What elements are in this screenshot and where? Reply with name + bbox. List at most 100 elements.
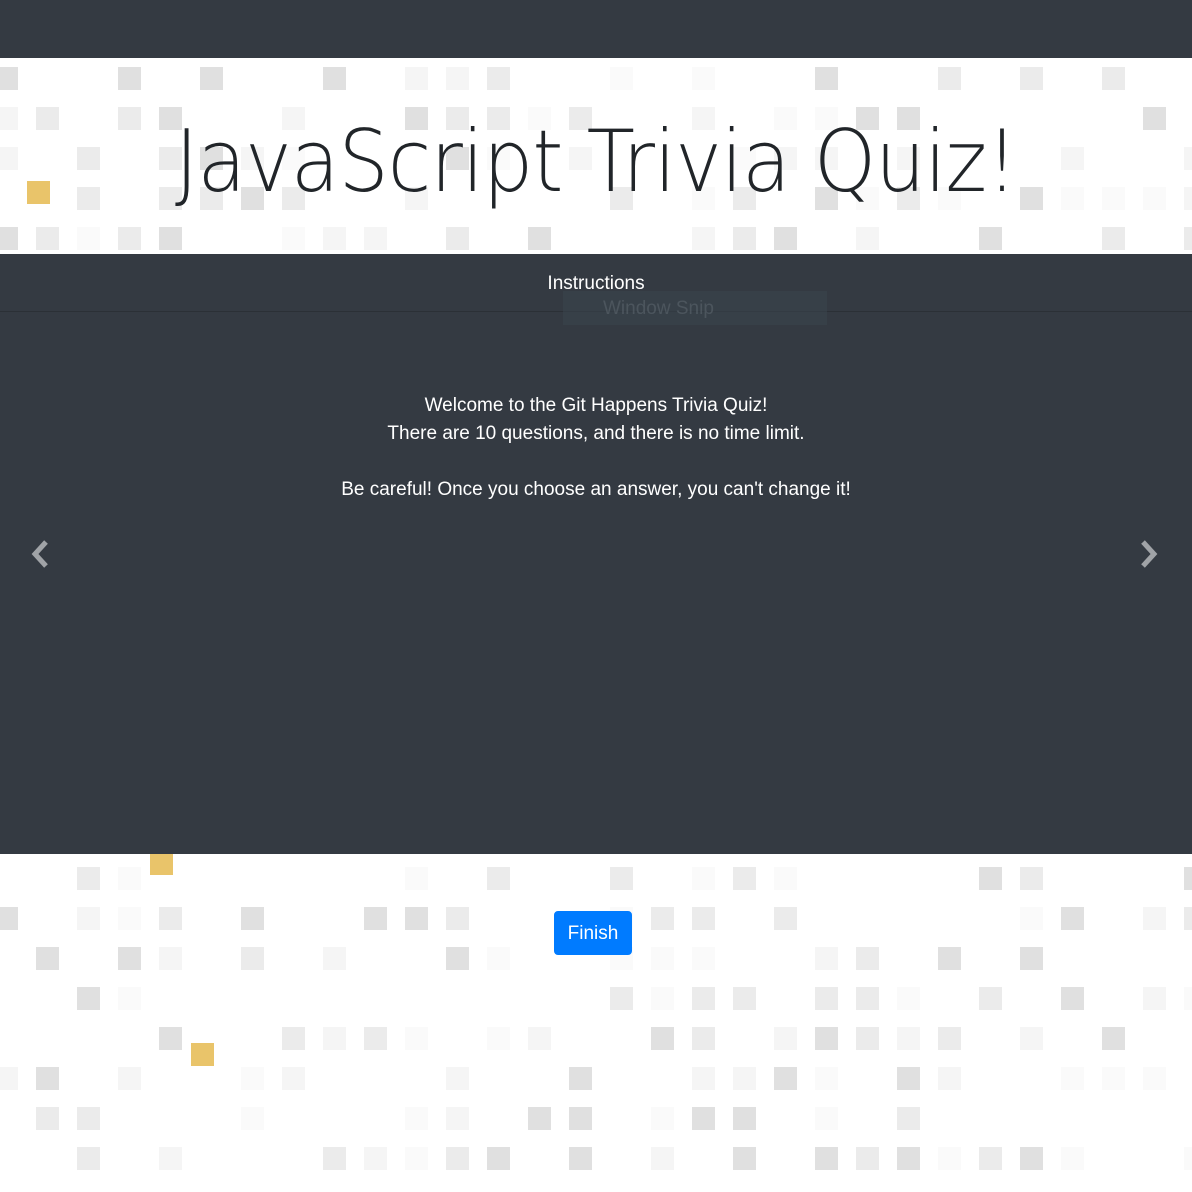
- pattern-square: [1143, 1067, 1166, 1090]
- pattern-square: [405, 1027, 428, 1050]
- carousel-prev-button[interactable]: [25, 536, 55, 572]
- pattern-square: [36, 227, 59, 250]
- top-navbar: [0, 0, 1192, 58]
- pattern-square: [0, 227, 18, 250]
- pattern-square: [692, 1067, 715, 1090]
- pattern-square: [323, 947, 346, 970]
- pattern-square: [1184, 1147, 1192, 1170]
- pattern-square: [446, 907, 469, 930]
- pattern-square: [36, 947, 59, 970]
- pattern-square: [1184, 907, 1192, 930]
- pattern-square: [938, 947, 961, 970]
- pattern-square: [774, 867, 797, 890]
- pattern-square: [241, 907, 264, 930]
- pattern-square: [487, 67, 510, 90]
- pattern-square: [1143, 907, 1166, 930]
- pattern-square: [979, 227, 1002, 250]
- pattern-square: [897, 1107, 920, 1130]
- pattern-accent-square: [150, 852, 173, 875]
- pattern-square: [1184, 227, 1192, 250]
- pattern-square: [897, 987, 920, 1010]
- chevron-left-icon: [31, 540, 48, 568]
- pattern-square: [774, 227, 797, 250]
- pattern-square: [36, 1107, 59, 1130]
- pattern-square: [651, 947, 674, 970]
- pattern-square: [1020, 867, 1043, 890]
- pattern-square: [815, 947, 838, 970]
- pattern-square: [446, 67, 469, 90]
- pattern-square: [528, 1107, 551, 1130]
- pattern-square: [856, 987, 879, 1010]
- chevron-right-icon: [1141, 540, 1158, 568]
- pattern-square: [897, 1027, 920, 1050]
- pattern-square: [856, 1147, 879, 1170]
- pattern-square: [118, 907, 141, 930]
- pattern-square: [0, 67, 18, 90]
- pattern-square: [1102, 67, 1125, 90]
- pattern-square: [487, 867, 510, 890]
- pattern-square: [692, 1027, 715, 1050]
- pattern-square: [0, 107, 18, 130]
- pattern-square: [1143, 107, 1166, 130]
- pattern-square: [364, 1027, 387, 1050]
- pattern-square: [118, 987, 141, 1010]
- pattern-square: [77, 1147, 100, 1170]
- pattern-square: [528, 227, 551, 250]
- carousel-next-button[interactable]: [1134, 536, 1164, 572]
- pattern-square: [77, 227, 100, 250]
- pattern-square: [1143, 187, 1166, 210]
- pattern-square: [815, 1147, 838, 1170]
- pattern-square: [815, 1027, 838, 1050]
- pattern-square: [159, 1027, 182, 1050]
- pattern-square: [692, 1107, 715, 1130]
- pattern-square: [651, 1147, 674, 1170]
- pattern-square: [364, 907, 387, 930]
- pattern-square: [569, 1107, 592, 1130]
- pattern-square: [364, 227, 387, 250]
- finish-button[interactable]: Finish: [554, 911, 632, 955]
- pattern-square: [651, 987, 674, 1010]
- pattern-square: [446, 1147, 469, 1170]
- pattern-square: [1020, 947, 1043, 970]
- instruction-line-questions: There are 10 questions, and there is no …: [387, 423, 805, 444]
- pattern-square: [1020, 907, 1043, 930]
- pattern-square: [446, 227, 469, 250]
- pattern-square: [118, 947, 141, 970]
- pattern-square: [1184, 187, 1192, 210]
- pattern-square: [1061, 1067, 1084, 1090]
- pattern-square: [938, 1067, 961, 1090]
- pattern-square: [364, 1147, 387, 1170]
- pattern-square: [815, 67, 838, 90]
- pattern-square: [569, 1147, 592, 1170]
- pattern-square: [200, 67, 223, 90]
- pattern-square: [897, 1067, 920, 1090]
- pattern-square: [159, 1147, 182, 1170]
- pattern-square: [405, 867, 428, 890]
- pattern-square: [323, 1027, 346, 1050]
- pattern-square: [774, 1027, 797, 1050]
- pattern-square: [487, 1147, 510, 1170]
- pattern-square: [1184, 147, 1192, 170]
- pattern-square: [405, 1107, 428, 1130]
- pattern-square: [815, 987, 838, 1010]
- pattern-square: [1020, 1147, 1043, 1170]
- pattern-square: [0, 147, 18, 170]
- instruction-line-warning: Be careful! Once you choose an answer, y…: [341, 479, 851, 500]
- pattern-square: [692, 907, 715, 930]
- pattern-square: [282, 1027, 305, 1050]
- pattern-square: [77, 987, 100, 1010]
- pattern-square: [446, 1067, 469, 1090]
- pattern-square: [1102, 227, 1125, 250]
- pattern-square: [159, 907, 182, 930]
- pattern-square: [692, 227, 715, 250]
- pattern-square: [323, 67, 346, 90]
- pattern-square: [692, 987, 715, 1010]
- pattern-square: [610, 987, 633, 1010]
- pattern-square: [282, 1067, 305, 1090]
- pattern-square: [692, 947, 715, 970]
- pattern-square: [405, 907, 428, 930]
- pattern-square: [733, 227, 756, 250]
- pattern-square: [405, 67, 428, 90]
- pattern-square: [1102, 1027, 1125, 1050]
- pattern-square: [1184, 987, 1192, 1010]
